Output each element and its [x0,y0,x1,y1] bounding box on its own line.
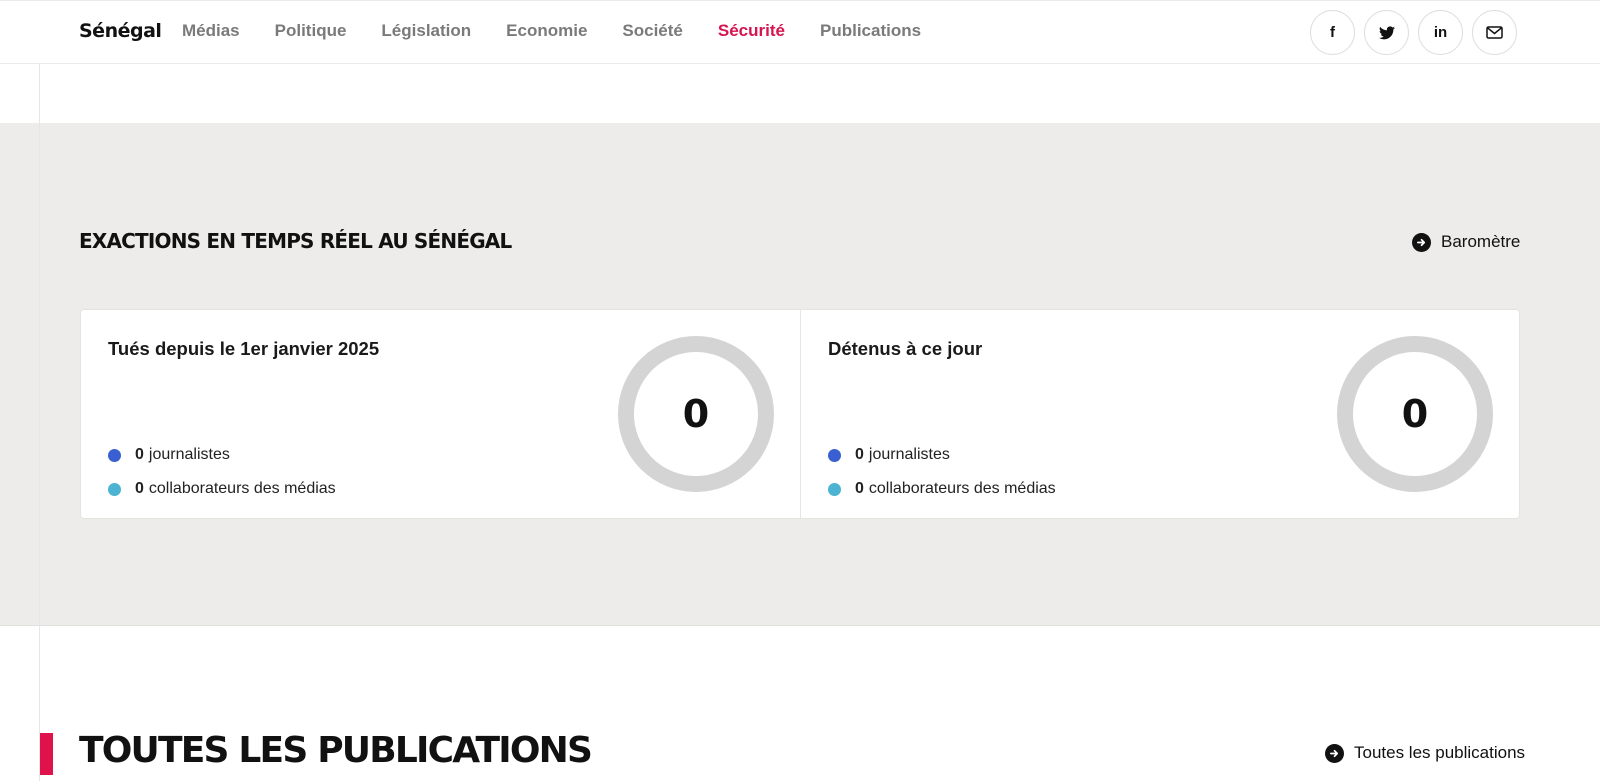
barometre-link[interactable]: Baromètre [1412,232,1520,252]
total-count: 0 [682,392,710,436]
barometre-link-label: Baromètre [1441,232,1521,251]
legend-row-journalists: 0 journalistes [108,438,336,472]
detained-card: Détenus à ce jour 0 journalistes 0 colla… [800,310,1519,518]
legend-label: collaborateurs des médias [148,480,336,497]
exactions-title: EXACTIONS EN TEMPS RÉEL AU SÉNÉGAL [79,229,512,253]
mail-icon[interactable] [1472,10,1517,55]
legend-dot [108,448,121,462]
legend-dot [108,482,121,496]
all-publications-link[interactable]: Toutes les publications [1325,743,1525,763]
legend-label: journalistes [868,446,950,463]
legend-count: 0 [135,446,144,463]
legend-dot [828,448,841,462]
arrow-right-icon [1412,232,1431,252]
card-title: Tués depuis le 1er janvier 2025 [108,338,380,359]
legend-label: journalistes [148,446,230,463]
total-donut: 0 [618,336,774,492]
twitter-icon[interactable] [1364,10,1409,55]
legend-count: 0 [855,480,864,497]
legend-dot [828,482,841,496]
card-legend: 0 journalistes 0 collaborateurs des médi… [828,438,1056,506]
linkedin-icon[interactable]: in [1418,10,1463,55]
legend-label: collaborateurs des médias [868,480,1056,497]
brand-logo[interactable]: Sénégal [79,20,162,42]
nav-item-legislation[interactable]: Législation [381,21,471,41]
nav-item-medias[interactable]: Médias [182,21,240,41]
facebook-icon[interactable]: f [1310,10,1355,55]
legend-count: 0 [135,480,144,497]
total-count: 0 [1401,392,1429,436]
left-rule [39,63,40,781]
arrow-right-icon [1325,743,1344,763]
card-legend: 0 journalistes 0 collaborateurs des médi… [108,438,336,506]
all-publications-link-label: Toutes les publications [1354,743,1526,762]
site-header: Sénégal Médias Politique Législation Eco… [0,0,1600,64]
nav-item-securite[interactable]: Sécurité [718,21,785,41]
legend-row-journalists: 0 journalistes [828,438,1056,472]
social-links: f in [1310,10,1517,55]
killed-card: Tués depuis le 1er janvier 2025 0 journa… [81,310,800,518]
exactions-cards: Tués depuis le 1er janvier 2025 0 journa… [80,309,1520,519]
legend-row-collaborators: 0 collaborateurs des médias [828,472,1056,506]
card-title: Détenus à ce jour [828,338,983,359]
nav-item-politique[interactable]: Politique [275,21,347,41]
main-nav: Médias Politique Législation Economie So… [182,21,956,41]
nav-item-economie[interactable]: Economie [506,21,587,41]
total-donut: 0 [1337,336,1493,492]
legend-row-collaborators: 0 collaborateurs des médias [108,472,336,506]
section-accent-bar [40,733,53,775]
nav-item-societe[interactable]: Société [622,21,682,41]
legend-count: 0 [855,446,864,463]
nav-item-publications[interactable]: Publications [820,21,921,41]
publications-title: TOUTES LES PUBLICATIONS [79,730,593,771]
